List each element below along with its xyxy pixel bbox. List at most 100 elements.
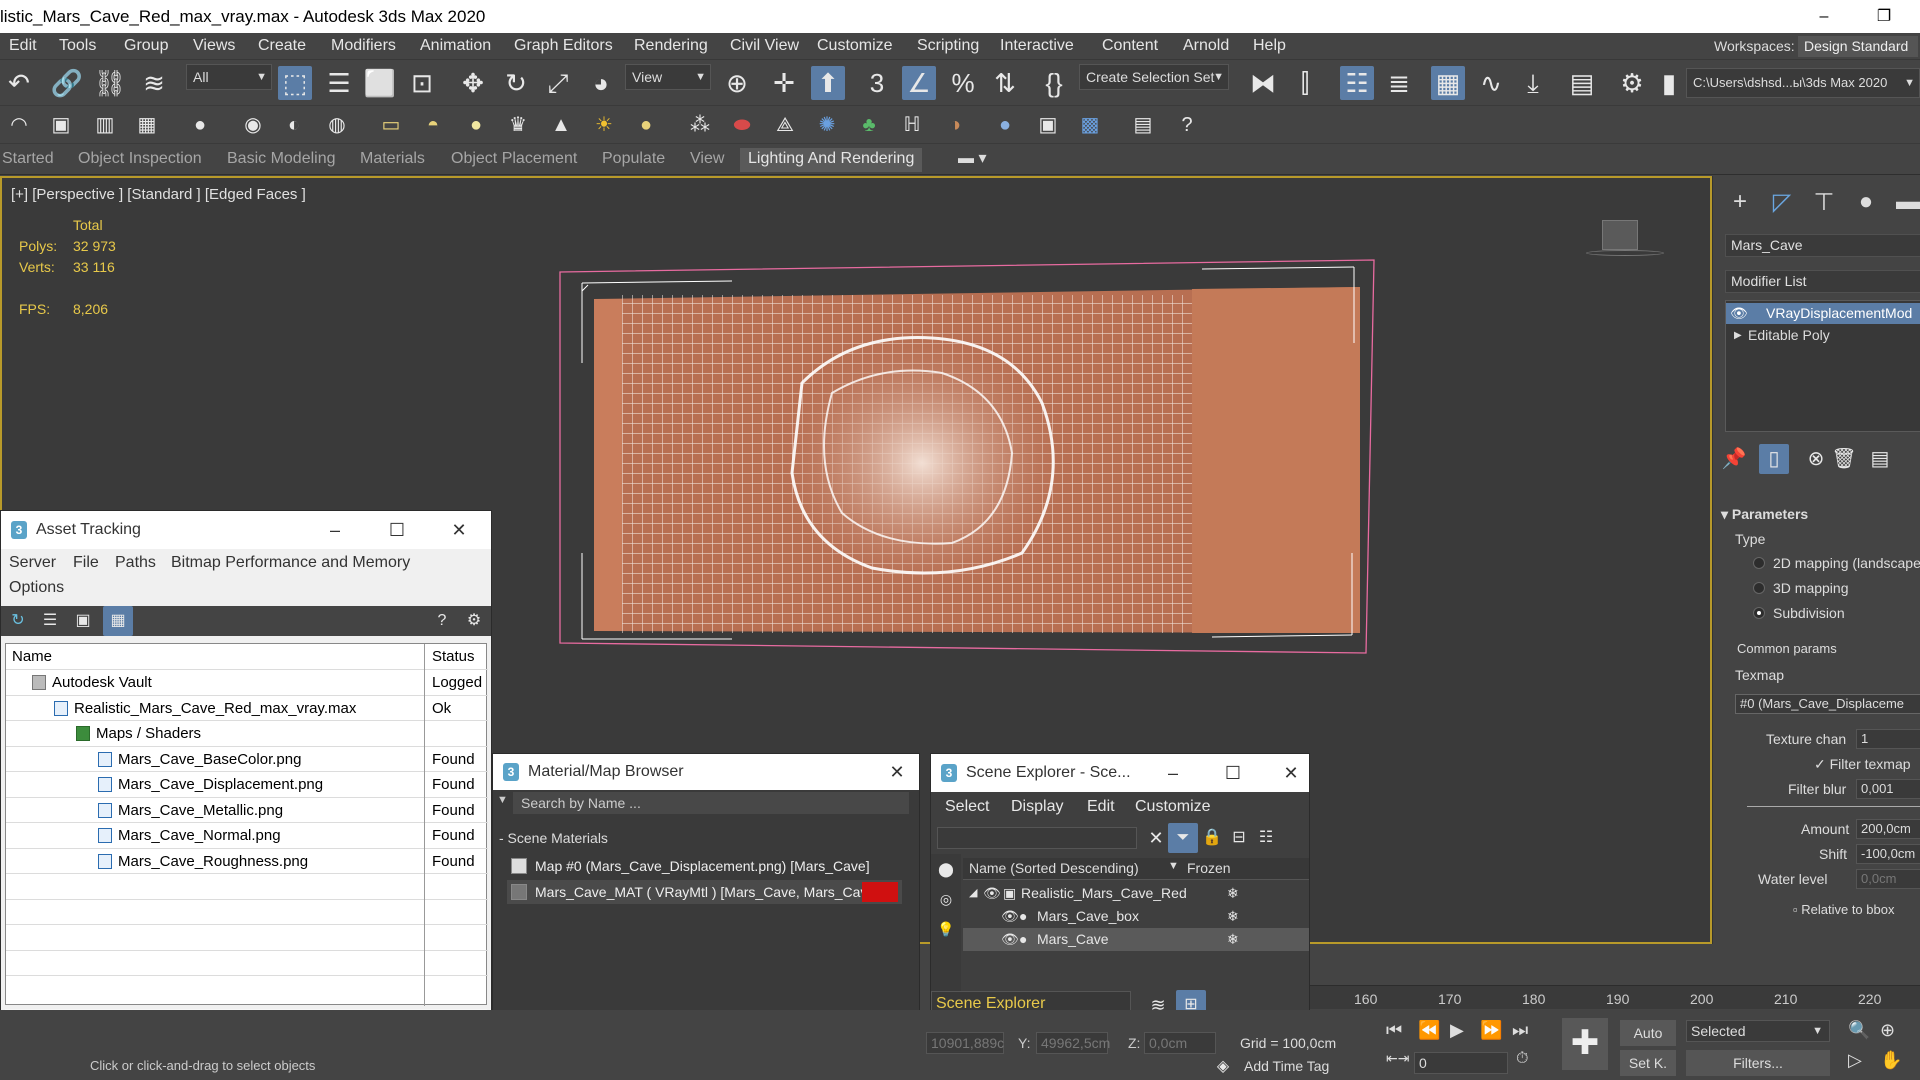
viewport-label[interactable]: [+] [Perspective ] [Standard ] [Edged Fa…	[11, 186, 306, 203]
frozen-snowflake-icon[interactable]: ❄	[1227, 928, 1239, 951]
column-divider[interactable]	[424, 644, 425, 1006]
z-coordinate-field[interactable]: 0,0cm	[1144, 1032, 1216, 1054]
menu-help[interactable]: Help	[1253, 33, 1286, 59]
selection-filter-dropdown[interactable]: All ▼	[186, 64, 272, 90]
undo-icon[interactable]: ↶	[2, 66, 36, 100]
menu-content[interactable]: Content	[1102, 33, 1158, 59]
light-lister-icon[interactable]: ●	[185, 110, 215, 140]
col-frozen-header[interactable]: Frozen	[1187, 860, 1231, 876]
go-to-start-icon[interactable]: ⏮	[1386, 1020, 1402, 1041]
close-button[interactable]: ✕	[439, 511, 479, 549]
table-row[interactable]: Realistic_Mars_Cave_Red_max_vray.max Ok	[6, 696, 488, 721]
radio-subdivision[interactable]	[1753, 607, 1765, 619]
window-crossing-icon[interactable]: ⊡	[405, 66, 439, 100]
filter-texmap-checkbox[interactable]: ✓ Filter texmap	[1814, 756, 1911, 773]
vfb-icon[interactable]: ▩	[1075, 110, 1105, 140]
col-status-header[interactable]: Status	[432, 644, 475, 669]
configure-sets-icon[interactable]: ▤	[1865, 444, 1895, 474]
table-row[interactable]: Mars_Cave_Displacement.png Found	[6, 772, 488, 798]
key-filters-button[interactable]: Filters...	[1686, 1050, 1830, 1076]
table-row[interactable]: Mars_Cave_Roughness.png Found	[6, 849, 488, 874]
menu-civil-view[interactable]: Civil View	[730, 33, 799, 59]
tab-object-inspection[interactable]: Object Inspection	[78, 148, 202, 170]
list-view-icon[interactable]: ☰	[35, 606, 65, 636]
filter-icon[interactable]: ⏷	[1168, 823, 1198, 853]
project-folder-dropdown[interactable]: C:\Users\dshsd...ы\3ds Max 2020 ▼	[1686, 68, 1920, 98]
lock-icon[interactable]: 🔒	[1197, 823, 1227, 853]
time-tag-icon[interactable]: ◈	[1208, 1052, 1238, 1080]
sort-arrow-icon[interactable]: ▼	[1168, 860, 1179, 872]
table-row[interactable]: Autodesk Vault Logged	[6, 670, 488, 696]
select-manipulate-icon[interactable]: ✛	[767, 66, 801, 100]
material-editor-icon[interactable]: ▤	[1565, 66, 1599, 100]
workspace-dropdown[interactable]: Design Standard	[1798, 36, 1918, 57]
object-name-field[interactable]: Mars_Cave	[1725, 234, 1920, 257]
menu-arnold[interactable]: Arnold	[1183, 33, 1229, 59]
teapot-icon[interactable]: ◍	[322, 110, 352, 140]
x-coordinate-field[interactable]: 10901,889c	[926, 1032, 1004, 1054]
close-button[interactable]: ✕	[1271, 754, 1309, 792]
at-menu-bitmap-performance[interactable]: Bitmap Performance and Memory	[171, 554, 410, 572]
layer-icon[interactable]: ☷	[1251, 823, 1281, 853]
pivot-center-icon[interactable]: ⊕	[720, 66, 754, 100]
infinite-plane-icon[interactable]: ✺	[812, 110, 842, 140]
water-level-input[interactable]: 0,0cm	[1856, 869, 1920, 889]
layer-explorer-icon[interactable]: ≣	[1382, 66, 1416, 100]
plane-icon[interactable]: ▭	[376, 110, 406, 140]
display-tab-icon[interactable]: ▬	[1889, 186, 1920, 218]
at-menu-file[interactable]: File	[73, 554, 99, 572]
table-row[interactable]: Mars_Cave_Metallic.png Found	[6, 798, 488, 823]
stack-item-editable-poly[interactable]: ▶ Editable Poly	[1726, 325, 1920, 346]
timeline-ruler[interactable]: 160 170 180 190 200 210 220	[1310, 985, 1920, 1009]
texture-chan-input[interactable]: 1	[1856, 729, 1920, 749]
minimize-button[interactable]: –	[315, 511, 355, 549]
motion-tab-icon[interactable]: ●	[1847, 186, 1885, 218]
close-button[interactable]: ✕	[877, 754, 917, 790]
menu-tools[interactable]: Tools	[59, 33, 96, 59]
key-filter-dropdown[interactable]: Selected ▼	[1686, 1020, 1830, 1042]
table-row[interactable]: Mars_Cave_BaseColor.png Found	[6, 747, 488, 772]
minimize-button[interactable]: –	[1153, 754, 1193, 792]
mirror-icon[interactable]: ⧓	[1246, 66, 1280, 100]
refresh-icon[interactable]: ↻	[3, 606, 33, 636]
proxy-icon[interactable]: ⬬	[727, 110, 757, 140]
scene-search-input[interactable]	[937, 827, 1137, 849]
tab-materials[interactable]: Materials	[360, 148, 425, 170]
menu-group[interactable]: Group	[124, 33, 168, 59]
container-icon[interactable]: ◠	[4, 110, 34, 140]
menu-modifiers[interactable]: Modifiers	[331, 33, 396, 59]
ribbon-toggle-icon[interactable]: ▦	[1431, 66, 1465, 100]
pin-stack-icon[interactable]: 📌	[1719, 444, 1749, 474]
shift-input[interactable]: -100,0cm	[1856, 844, 1920, 864]
zoom-all-icon[interactable]: ⊕	[1880, 1020, 1895, 1041]
at-menu-options[interactable]: Options	[9, 579, 64, 597]
col-name-header[interactable]: Name (Sorted Descending)	[969, 860, 1139, 876]
expand-arrow-icon[interactable]: ▶	[1734, 325, 1742, 346]
remove-modifier-icon[interactable]: 🗑	[1829, 444, 1859, 474]
sphere-light-icon[interactable]: ●	[461, 110, 491, 140]
stack-item-vraydisplacementmod[interactable]: 👁 VRayDisplacementMod	[1726, 303, 1920, 324]
ribbon-options-icon[interactable]: ▬ ▾	[958, 148, 986, 170]
link-icon[interactable]: 🔗	[50, 66, 84, 100]
dome-icon[interactable]: ◓	[418, 110, 448, 140]
hierarchy-tab-icon[interactable]: ⊤	[1805, 186, 1843, 218]
minimize-button[interactable]: –	[1802, 0, 1846, 33]
relative-bbox-checkbox[interactable]: ▫ Relative to bbox	[1793, 902, 1894, 917]
tab-lighting-and-rendering[interactable]: Lighting And Rendering	[740, 148, 923, 172]
expand-arrow-icon[interactable]: ◢	[969, 882, 977, 905]
radio-3d-mapping[interactable]	[1753, 582, 1765, 594]
set-key-button[interactable]: Set K.	[1620, 1050, 1676, 1076]
filter-blur-input[interactable]: 0,001	[1856, 779, 1920, 799]
rendered-frame-window-icon[interactable]: ▮	[1652, 66, 1686, 100]
display-shapes-icon[interactable]: ◎	[931, 884, 961, 914]
tab-get-started[interactable]: Started	[2, 148, 54, 170]
scene-materials-group[interactable]: - Scene Materials	[499, 830, 608, 846]
spinner-snap-icon[interactable]: ⇅	[988, 66, 1022, 100]
keyboard-shortcut-override-icon[interactable]: ⬆	[811, 66, 845, 100]
frozen-snowflake-icon[interactable]: ❄	[1227, 905, 1239, 928]
mesh-clipper-icon[interactable]: ℍ	[897, 110, 927, 140]
tree-item-realistic-mars-cave-red[interactable]: ◢ 👁 ▣ Realistic_Mars_Cave_Red ❄	[963, 882, 1309, 905]
snaps-toggle-icon[interactable]: 3	[860, 66, 894, 100]
tab-object-placement[interactable]: Object Placement	[451, 148, 577, 170]
play-icon[interactable]: ▶	[1450, 1020, 1464, 1041]
